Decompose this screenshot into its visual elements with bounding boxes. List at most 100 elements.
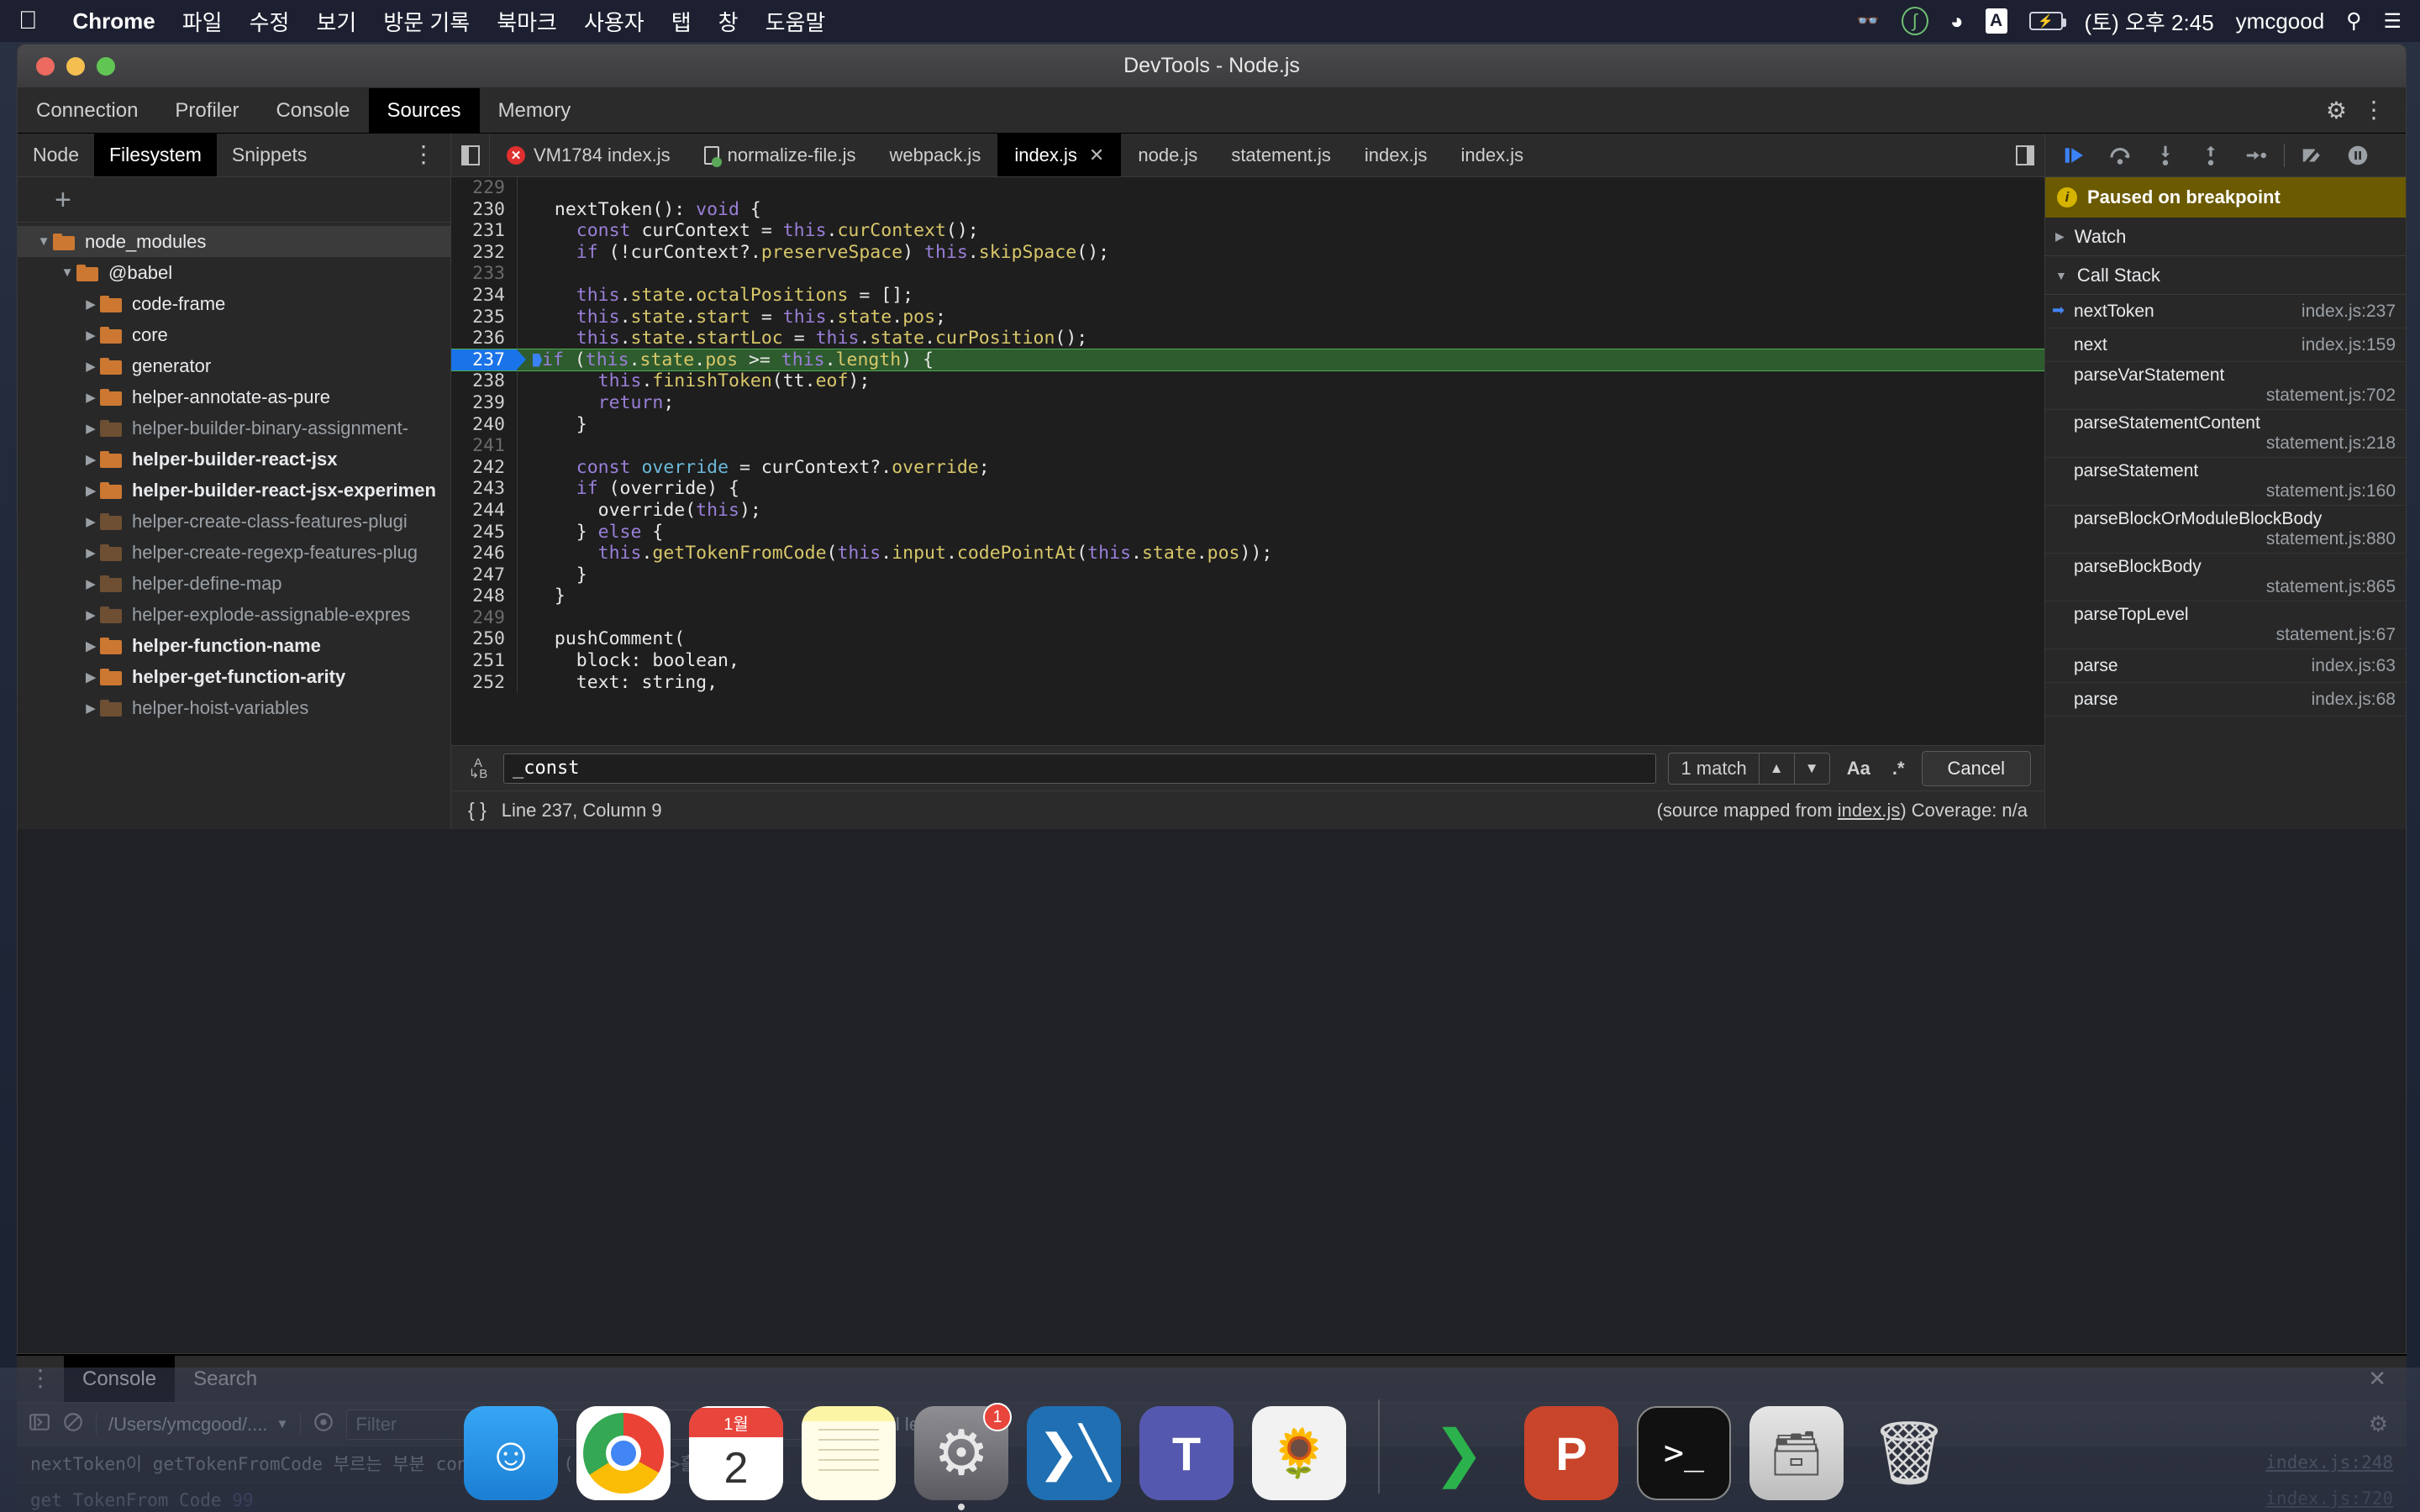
resume-icon[interactable] [2052, 134, 2097, 177]
file-tree-item[interactable]: ▶ helper-function-name [18, 630, 450, 661]
file-tree-item[interactable]: ▼ node_modules [18, 226, 450, 257]
chevron-down-icon[interactable]: ▼ [34, 234, 53, 249]
line-number[interactable]: 248 [451, 585, 517, 607]
search-input[interactable]: _const [503, 753, 1657, 784]
menu-item-view[interactable]: 보기 [302, 6, 370, 37]
line-number[interactable]: 237 [451, 349, 526, 371]
line-number[interactable]: 239 [451, 392, 517, 414]
file-tree[interactable]: ▼ node_modules ▼ @babel ▶ code-frame ▶ core ▶ gen… [18, 223, 450, 829]
editor-tab[interactable]: index.js [1348, 134, 1444, 176]
chevron-right-icon[interactable]: ▶ [82, 297, 100, 312]
eye-glasses-icon[interactable]: 👓 [1856, 10, 1879, 32]
menu-item-help[interactable]: 도움말 [752, 6, 839, 37]
chevron-right-icon[interactable]: ▶ [82, 452, 100, 467]
line-number[interactable]: 235 [451, 307, 517, 328]
source-map-link[interactable]: index.js [1838, 800, 1901, 821]
search-icon[interactable]: ⚲ [2346, 8, 2361, 34]
menu-item-edit[interactable]: 수정 [236, 6, 303, 37]
file-tree-item[interactable]: ▶ helper-builder-react-jsx [18, 444, 450, 475]
nav-tab-filesystem[interactable]: Filesystem [93, 134, 217, 176]
file-tree-item[interactable]: ▶ helper-create-class-features-plugi [18, 506, 450, 537]
dock-item-terminal[interactable]: >_ [1637, 1406, 1731, 1500]
editor-tab[interactable]: index.js ✕ [997, 134, 1122, 176]
menu-item-tab[interactable]: 탭 [658, 6, 705, 37]
editor-tab[interactable]: normalize-file.js [687, 134, 873, 176]
editor-tab[interactable]: ✕ VM1784 index.js [490, 134, 687, 176]
line-number[interactable]: 229 [451, 177, 517, 199]
close-tab-icon[interactable]: ✕ [1089, 144, 1104, 166]
call-stack-item[interactable]: parseStatementContent statement.js:218 [2045, 410, 2406, 458]
file-tree-item[interactable]: ▶ core [18, 319, 450, 350]
kebab-menu-icon[interactable]: ⋮ [412, 143, 435, 166]
chevron-right-icon[interactable]: ▶ [82, 638, 100, 654]
editor-tab[interactable]: statement.js [1214, 134, 1348, 176]
file-tree-item[interactable]: ▶ helper-explode-assignable-expres [18, 599, 450, 630]
editor-tab[interactable]: webpack.js [872, 134, 997, 176]
editor-tab[interactable]: node.js [1121, 134, 1214, 176]
watch-section-header[interactable]: ▶ Watch [2045, 218, 2406, 256]
menu-item-profiles[interactable]: 사용자 [571, 6, 658, 37]
line-number[interactable]: 234 [451, 285, 517, 307]
chevron-right-icon[interactable]: ▶ [82, 669, 100, 685]
call-stack-item[interactable]: next index.js:159 [2045, 328, 2406, 362]
chevron-up-icon[interactable]: ▲ [1758, 753, 1794, 784]
step-icon[interactable] [2233, 134, 2279, 177]
line-number[interactable]: 241 [451, 435, 517, 457]
nav-tab-node[interactable]: Node [18, 134, 94, 176]
menu-item-bookmarks[interactable]: 북마크 [483, 6, 571, 37]
replace-icon[interactable]: A ↳B [465, 757, 492, 780]
line-number[interactable]: 238 [451, 370, 517, 392]
dock-item-finder[interactable]: ☺ [464, 1406, 558, 1500]
step-out-icon[interactable] [2188, 134, 2233, 177]
code-viewer[interactable]: 229 230 nextToken (): void {231 const curC… [451, 177, 2044, 745]
line-number[interactable]: 242 [451, 457, 517, 479]
user-name[interactable]: ymcgood [2236, 8, 2325, 34]
line-number[interactable]: 252 [451, 672, 517, 694]
line-number[interactable]: 249 [451, 607, 517, 629]
clock[interactable]: (토) 오후 2:45 [2085, 6, 2214, 37]
menu-app-name[interactable]: Chrome [60, 8, 169, 34]
chevron-right-icon[interactable]: ▶ [82, 328, 100, 343]
file-tree-item[interactable]: ▶ helper-create-regexp-features-plug [18, 537, 450, 568]
battery-charging-icon[interactable]: ⚡ [2028, 12, 2066, 30]
chevron-right-icon[interactable]: ▶ [82, 701, 100, 716]
kebab-menu-icon[interactable]: ⋮ [2362, 98, 2386, 122]
call-stack-item[interactable]: parse index.js:68 [2045, 683, 2406, 717]
cancel-search-button[interactable]: Cancel [1921, 750, 2031, 786]
add-folder-button[interactable]: + [55, 186, 71, 214]
dock-item-vscode[interactable]: ❯╲ [1027, 1406, 1121, 1500]
line-number[interactable]: 251 [451, 650, 517, 672]
chevron-right-icon[interactable]: ▶ [82, 483, 100, 498]
dock-item-chrome[interactable] [576, 1406, 671, 1500]
gear-icon[interactable]: ⚙ [2326, 97, 2347, 124]
control-center-icon[interactable]: ☰ [2383, 9, 2402, 34]
chevron-right-icon[interactable]: ▶ [82, 576, 100, 591]
dock-item-calendar[interactable]: 1월 2 [689, 1406, 783, 1500]
chevron-right-icon[interactable]: ▶ [82, 390, 100, 405]
match-case-button[interactable]: Aa [1842, 758, 1876, 780]
line-number[interactable]: 236 [451, 328, 517, 349]
call-stack-section-header[interactable]: ▼ Call Stack [2045, 256, 2406, 295]
wifi-icon[interactable]: ◕ [1950, 8, 1964, 34]
dock-item-system-preferences[interactable]: ⚙ 1 [914, 1403, 1012, 1510]
dock-item-notes[interactable] [802, 1406, 896, 1500]
tab-connection[interactable]: Connection [18, 88, 156, 133]
step-over-icon[interactable] [2097, 134, 2143, 177]
chevron-right-icon[interactable]: ▶ [82, 607, 100, 622]
chevron-right-icon[interactable]: ▶ [82, 359, 100, 374]
file-tree-item[interactable]: ▶ helper-hoist-variables [18, 692, 450, 723]
dock-item-trash[interactable]: 🗑 [1862, 1406, 1956, 1500]
menu-item-file[interactable]: 파일 [169, 6, 236, 37]
chevron-down-icon[interactable]: ▼ [1793, 753, 1829, 784]
menu-item-window[interactable]: 창 [705, 6, 752, 37]
dock-item-photos[interactable]: 🌻 [1252, 1406, 1346, 1500]
dock-item-teams[interactable]: T [1139, 1406, 1234, 1500]
step-into-icon[interactable] [2143, 134, 2188, 177]
line-number[interactable]: 231 [451, 220, 517, 242]
call-stack-item[interactable]: parseTopLevel statement.js:67 [2045, 601, 2406, 649]
chevron-right-icon[interactable]: ▶ [82, 514, 100, 529]
call-stack-item[interactable]: parseBlockOrModuleBlockBody statement.js:… [2045, 506, 2406, 554]
shell-icon[interactable]: ∫ [1901, 7, 1928, 35]
scroll-right-icon[interactable] [2006, 134, 2044, 176]
pause-on-exceptions-icon[interactable] [2335, 134, 2381, 177]
